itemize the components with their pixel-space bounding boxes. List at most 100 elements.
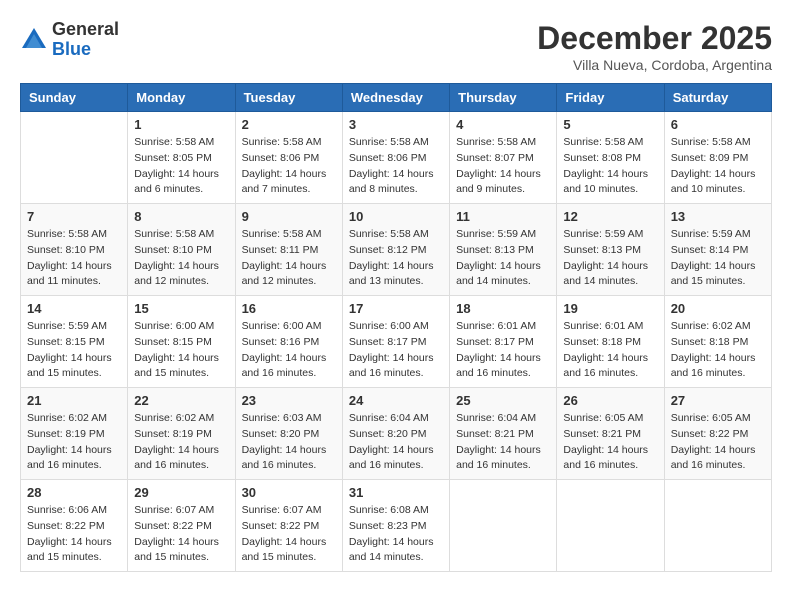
day-number: 23 [242,393,336,408]
day-info: Sunrise: 5:58 AMSunset: 8:11 PMDaylight:… [242,227,336,290]
day-info: Sunrise: 6:07 AMSunset: 8:22 PMDaylight:… [134,503,228,566]
day-info: Sunrise: 5:58 AMSunset: 8:09 PMDaylight:… [671,135,765,198]
day-number: 3 [349,117,443,132]
calendar-week-row: 1 Sunrise: 5:58 AMSunset: 8:05 PMDaylight… [21,112,772,204]
calendar-cell [664,480,771,572]
day-number: 22 [134,393,228,408]
day-info: Sunrise: 5:59 AMSunset: 8:14 PMDaylight:… [671,227,765,290]
day-info: Sunrise: 5:58 AMSunset: 8:07 PMDaylight:… [456,135,550,198]
day-info: Sunrise: 5:58 AMSunset: 8:12 PMDaylight:… [349,227,443,290]
calendar-cell [450,480,557,572]
day-number: 12 [563,209,657,224]
day-info: Sunrise: 6:01 AMSunset: 8:18 PMDaylight:… [563,319,657,382]
day-number: 6 [671,117,765,132]
day-number: 30 [242,485,336,500]
calendar-week-row: 21 Sunrise: 6:02 AMSunset: 8:19 PMDayligh… [21,388,772,480]
page-header: General Blue December 2025 Villa Nueva, … [20,20,772,73]
day-number: 1 [134,117,228,132]
calendar-cell: 25Sunrise: 6:04 AMSunset: 8:21 PMDayligh… [450,388,557,480]
calendar-cell: 23 Sunrise: 6:03 AMSunset: 8:20 PMDayligh… [235,388,342,480]
day-info: Sunrise: 6:03 AMSunset: 8:20 PMDaylight:… [242,411,336,474]
day-info: Sunrise: 6:00 AMSunset: 8:16 PMDaylight:… [242,319,336,382]
calendar-cell: 10 Sunrise: 5:58 AMSunset: 8:12 PMDayligh… [342,204,449,296]
calendar-cell [21,112,128,204]
day-info: Sunrise: 6:05 AMSunset: 8:21 PMDaylight:… [563,411,657,474]
calendar-cell: 11Sunrise: 5:59 AMSunset: 8:13 PMDayligh… [450,204,557,296]
calendar-cell: 20Sunrise: 6:02 AMSunset: 8:18 PMDayligh… [664,296,771,388]
day-info: Sunrise: 6:06 AMSunset: 8:22 PMDaylight:… [27,503,121,566]
day-number: 4 [456,117,550,132]
day-number: 26 [563,393,657,408]
day-number: 19 [563,301,657,316]
calendar-cell: 30 Sunrise: 6:07 AMSunset: 8:22 PMDayligh… [235,480,342,572]
day-info: Sunrise: 6:00 AMSunset: 8:15 PMDaylight:… [134,319,228,382]
calendar-cell: 12 Sunrise: 5:59 AMSunset: 8:13 PMDayligh… [557,204,664,296]
weekday-header-tuesday: Tuesday [235,84,342,112]
calendar-cell: 1 Sunrise: 5:58 AMSunset: 8:05 PMDaylight… [128,112,235,204]
calendar-cell: 27 Sunrise: 6:05 AMSunset: 8:22 PMDayligh… [664,388,771,480]
calendar-week-row: 14 Sunrise: 5:59 AMSunset: 8:15 PMDayligh… [21,296,772,388]
day-number: 9 [242,209,336,224]
calendar-cell: 22 Sunrise: 6:02 AMSunset: 8:19 PMDayligh… [128,388,235,480]
location-subtitle: Villa Nueva, Cordoba, Argentina [537,57,772,73]
day-number: 28 [27,485,121,500]
day-info: Sunrise: 5:58 AMSunset: 8:08 PMDaylight:… [563,135,657,198]
logo-blue-text: Blue [52,40,119,60]
logo: General Blue [20,20,119,60]
day-number: 5 [563,117,657,132]
day-number: 21 [27,393,121,408]
calendar-cell: 16 Sunrise: 6:00 AMSunset: 8:16 PMDayligh… [235,296,342,388]
day-info: Sunrise: 6:02 AMSunset: 8:19 PMDaylight:… [27,411,121,474]
calendar-cell: 17Sunrise: 6:00 AMSunset: 8:17 PMDayligh… [342,296,449,388]
day-number: 18 [456,301,550,316]
calendar-cell: 26 Sunrise: 6:05 AMSunset: 8:21 PMDayligh… [557,388,664,480]
calendar-cell: 31Sunrise: 6:08 AMSunset: 8:23 PMDayligh… [342,480,449,572]
day-info: Sunrise: 5:58 AMSunset: 8:10 PMDaylight:… [134,227,228,290]
calendar-cell: 9 Sunrise: 5:58 AMSunset: 8:11 PMDaylight… [235,204,342,296]
day-number: 27 [671,393,765,408]
calendar-cell: 2Sunrise: 5:58 AMSunset: 8:06 PMDaylight… [235,112,342,204]
day-info: Sunrise: 6:05 AMSunset: 8:22 PMDaylight:… [671,411,765,474]
day-number: 15 [134,301,228,316]
day-number: 14 [27,301,121,316]
day-info: Sunrise: 5:59 AMSunset: 8:13 PMDaylight:… [456,227,550,290]
day-info: Sunrise: 5:58 AMSunset: 8:05 PMDaylight:… [134,135,228,198]
day-number: 16 [242,301,336,316]
weekday-header-friday: Friday [557,84,664,112]
day-info: Sunrise: 6:01 AMSunset: 8:17 PMDaylight:… [456,319,550,382]
month-title: December 2025 [537,20,772,57]
weekday-header-saturday: Saturday [664,84,771,112]
weekday-header-wednesday: Wednesday [342,84,449,112]
day-number: 20 [671,301,765,316]
day-number: 13 [671,209,765,224]
day-number: 2 [242,117,336,132]
calendar-cell: 8Sunrise: 5:58 AMSunset: 8:10 PMDaylight… [128,204,235,296]
calendar-cell: 3Sunrise: 5:58 AMSunset: 8:06 PMDaylight… [342,112,449,204]
day-number: 29 [134,485,228,500]
calendar-cell: 24Sunrise: 6:04 AMSunset: 8:20 PMDayligh… [342,388,449,480]
day-info: Sunrise: 5:59 AMSunset: 8:15 PMDaylight:… [27,319,121,382]
day-info: Sunrise: 5:59 AMSunset: 8:13 PMDaylight:… [563,227,657,290]
day-info: Sunrise: 5:58 AMSunset: 8:10 PMDaylight:… [27,227,121,290]
logo-icon [20,26,48,54]
day-number: 25 [456,393,550,408]
weekday-header-sunday: Sunday [21,84,128,112]
calendar-cell: 29 Sunrise: 6:07 AMSunset: 8:22 PMDayligh… [128,480,235,572]
day-number: 17 [349,301,443,316]
calendar-cell: 4 Sunrise: 5:58 AMSunset: 8:07 PMDaylight… [450,112,557,204]
day-info: Sunrise: 6:07 AMSunset: 8:22 PMDaylight:… [242,503,336,566]
day-number: 7 [27,209,121,224]
calendar-cell: 18 Sunrise: 6:01 AMSunset: 8:17 PMDayligh… [450,296,557,388]
calendar-cell: 7 Sunrise: 5:58 AMSunset: 8:10 PMDaylight… [21,204,128,296]
day-number: 24 [349,393,443,408]
calendar-cell: 14 Sunrise: 5:59 AMSunset: 8:15 PMDayligh… [21,296,128,388]
day-number: 31 [349,485,443,500]
calendar-table: SundayMondayTuesdayWednesdayThursdayFrid… [20,83,772,572]
day-info: Sunrise: 6:02 AMSunset: 8:19 PMDaylight:… [134,411,228,474]
calendar-cell: 5 Sunrise: 5:58 AMSunset: 8:08 PMDaylight… [557,112,664,204]
weekday-header-thursday: Thursday [450,84,557,112]
day-number: 10 [349,209,443,224]
calendar-cell: 6 Sunrise: 5:58 AMSunset: 8:09 PMDaylight… [664,112,771,204]
weekday-header-row: SundayMondayTuesdayWednesdayThursdayFrid… [21,84,772,112]
calendar-cell: 28 Sunrise: 6:06 AMSunset: 8:22 PMDayligh… [21,480,128,572]
